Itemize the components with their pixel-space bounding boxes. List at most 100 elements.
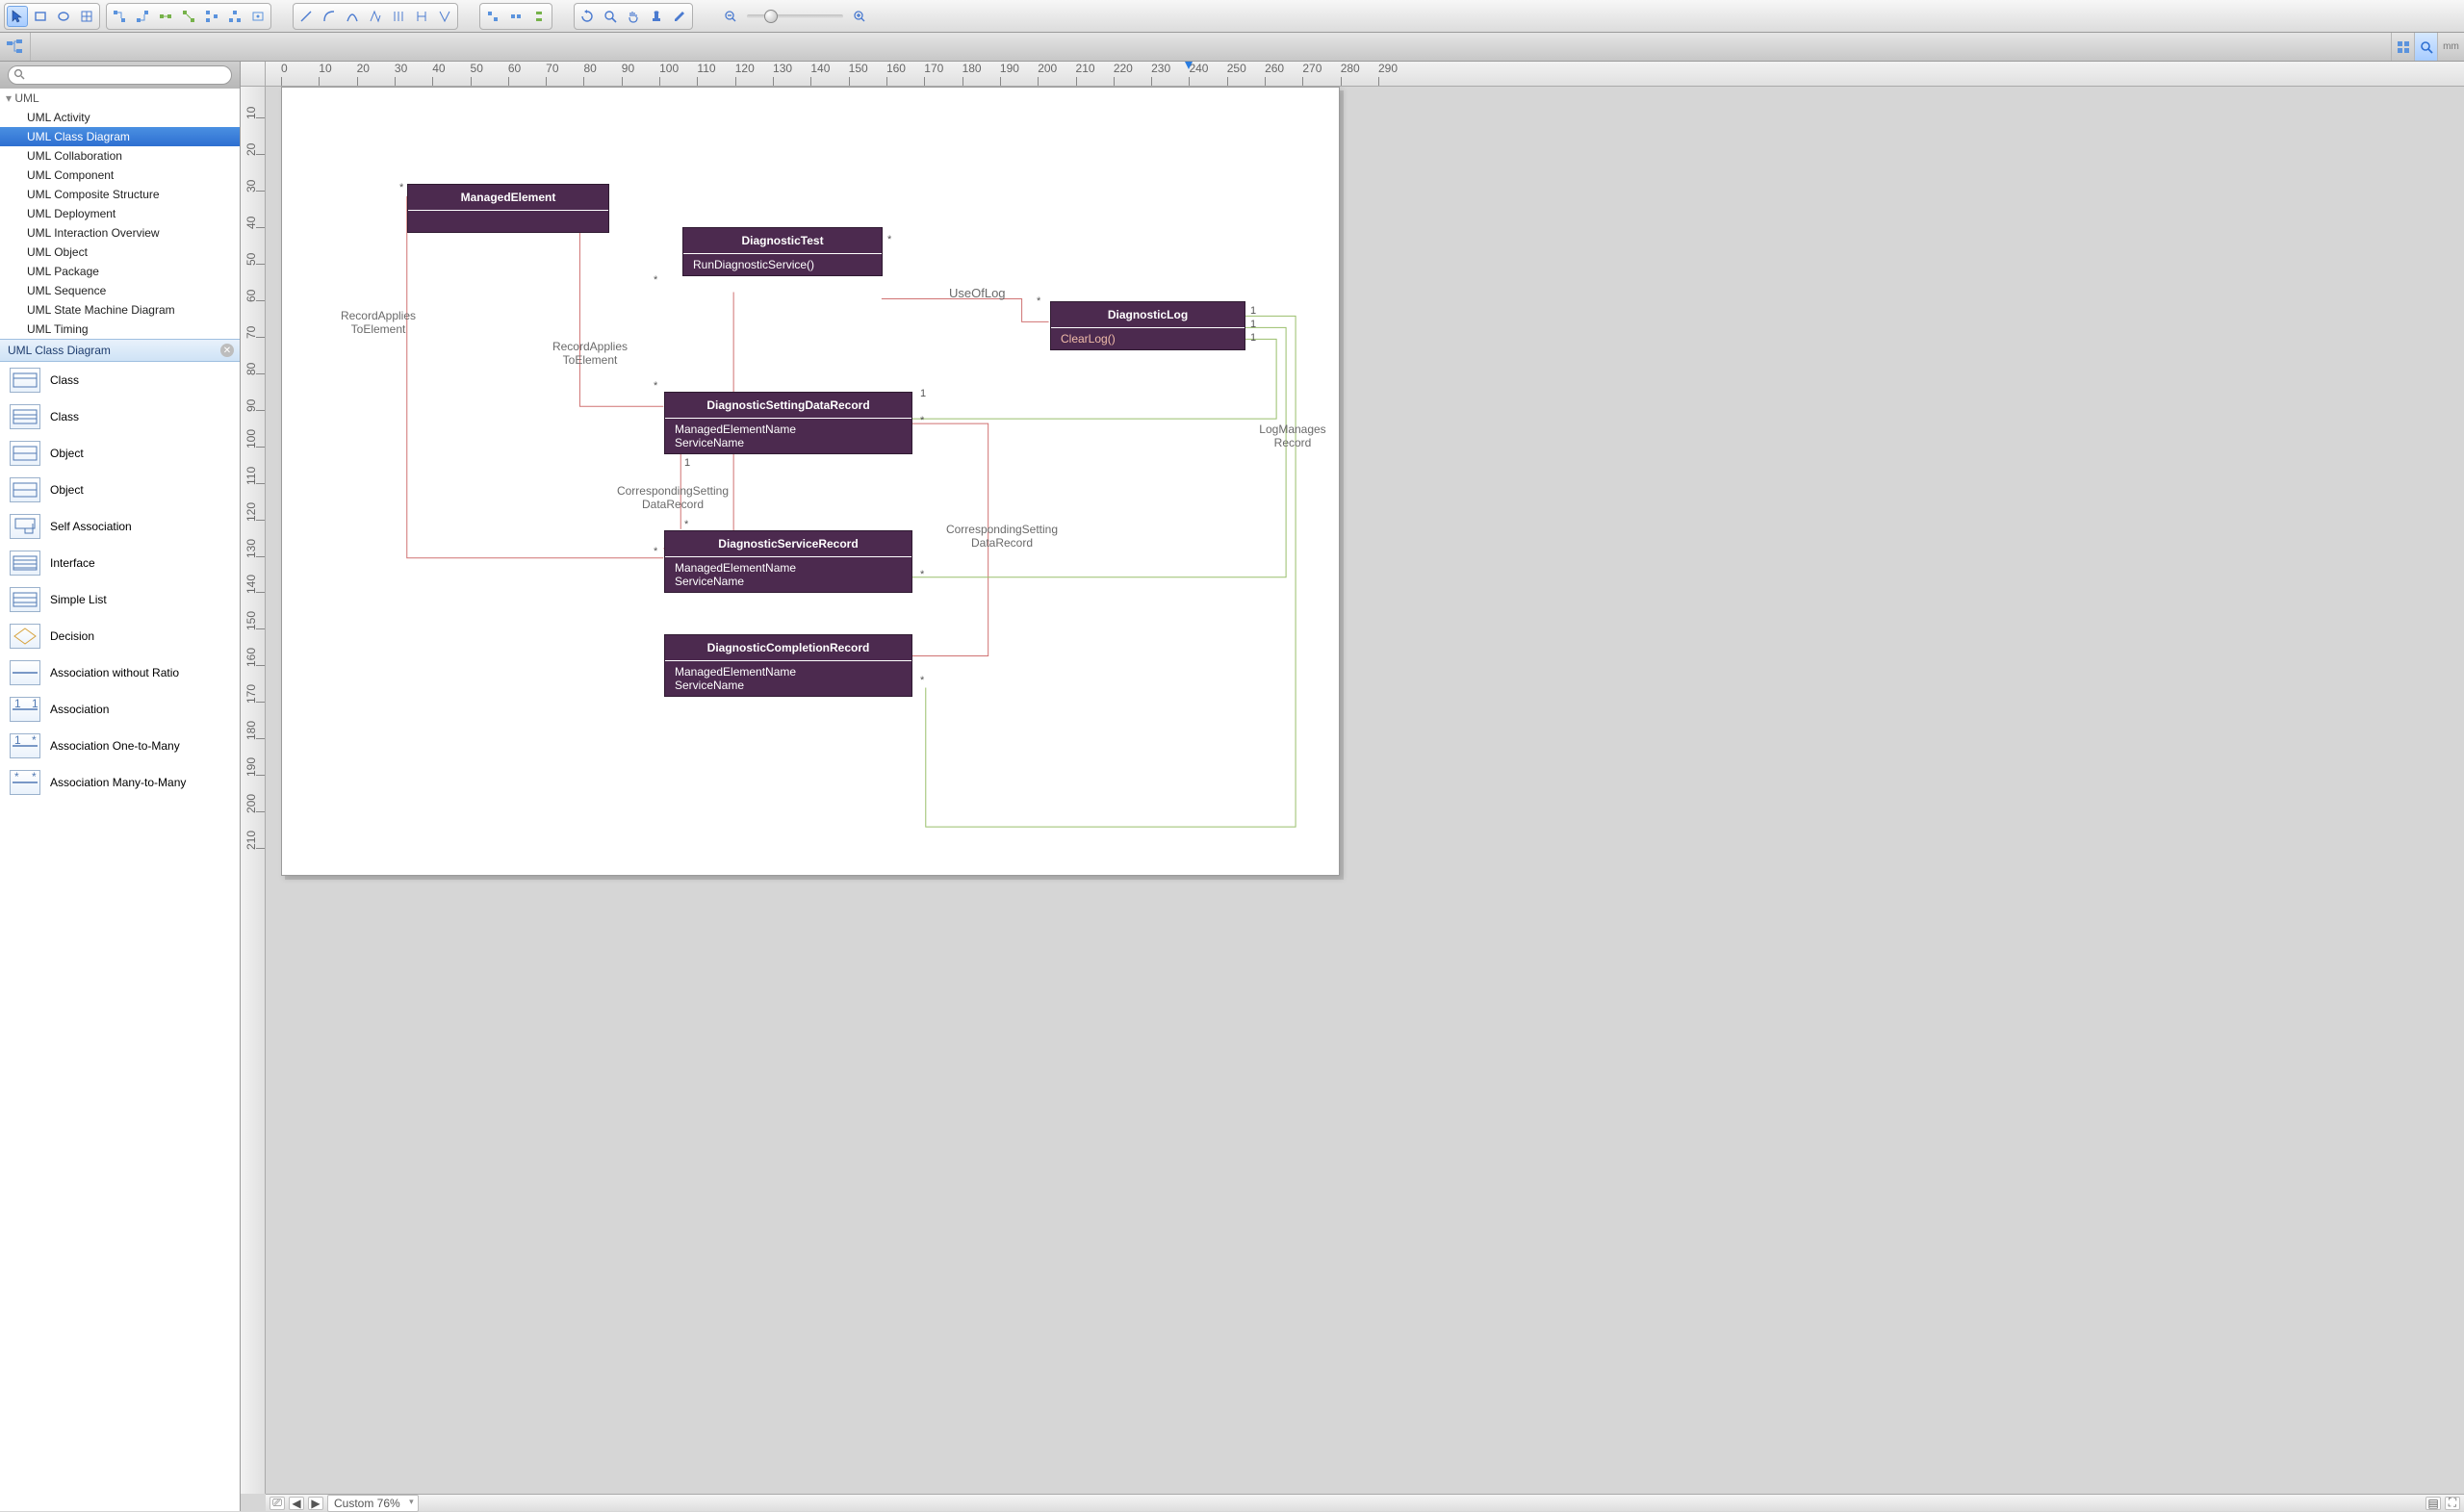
page-next-icon[interactable]: ▶ [308, 1497, 323, 1510]
class-completion-record[interactable]: DiagnosticCompletionRecord ManagedElemen… [664, 634, 912, 697]
shape-item[interactable]: Class [0, 362, 240, 398]
shape-panel-title: UML Class Diagram [8, 344, 111, 357]
shape-thumb-icon [10, 624, 40, 649]
svg-text:1: 1 [14, 734, 21, 747]
shape-item[interactable]: Interface [0, 545, 240, 581]
shape-label: Class [50, 373, 79, 387]
class-setting-record[interactable]: DiagnosticSettingDataRecord ManagedEleme… [664, 392, 912, 454]
tree-item[interactable]: UML Object [0, 243, 240, 262]
class-attr: ManagedElementName [675, 561, 902, 575]
shape-label: Decision [50, 629, 94, 643]
shape-thumb-icon [10, 514, 40, 539]
zoom-thumb[interactable] [764, 10, 778, 23]
tree-item[interactable]: UML Activity [0, 108, 240, 127]
zoom-track[interactable] [747, 14, 843, 18]
line-4[interactable] [365, 6, 386, 27]
class-diagnostic-test[interactable]: DiagnosticTest RunDiagnosticService() [682, 227, 883, 276]
tree-item[interactable]: UML Timing [0, 320, 240, 339]
conn-3[interactable] [155, 6, 176, 27]
multiplicity: 1 [1250, 305, 1256, 317]
page-prev-icon[interactable]: ◀ [289, 1497, 304, 1510]
line-5[interactable] [388, 6, 409, 27]
ruler-horizontal[interactable]: 0102030405060708090100110120130140150160… [266, 62, 2464, 87]
class-diagnostic-log[interactable]: DiagnosticLog ClearLog() [1050, 301, 1245, 350]
assoc-label: UseOfLog [949, 286, 1006, 300]
hand-tool-icon[interactable] [623, 6, 644, 27]
multiplicity: * [654, 274, 657, 286]
align-1[interactable] [482, 6, 503, 27]
conn-2[interactable] [132, 6, 153, 27]
class-managed-element[interactable]: ManagedElement [407, 184, 609, 233]
multiplicity: 1 [684, 457, 690, 469]
library-search-icon[interactable] [2414, 33, 2437, 61]
line-3[interactable] [342, 6, 363, 27]
align-2[interactable] [505, 6, 526, 27]
refresh-icon[interactable] [577, 6, 598, 27]
tree-root[interactable]: UML [0, 89, 240, 108]
shape-item[interactable]: Object [0, 472, 240, 508]
rect-tool[interactable] [30, 6, 51, 27]
conn-5[interactable] [201, 6, 222, 27]
shape-item[interactable]: Object [0, 435, 240, 472]
shape-thumb-icon [10, 441, 40, 466]
zoom-in-icon[interactable] [849, 6, 870, 27]
conn-7[interactable] [247, 6, 269, 27]
shape-label: Association [50, 703, 109, 716]
shape-item[interactable]: Self Association [0, 508, 240, 545]
canvas-viewport[interactable]: ManagedElement DiagnosticTest RunDiagnos… [266, 87, 2464, 1494]
shape-item[interactable]: Association without Ratio [0, 654, 240, 691]
zoom-slider[interactable] [714, 6, 876, 27]
shape-item[interactable]: 11 Association [0, 691, 240, 728]
class-title: DiagnosticLog [1051, 302, 1245, 328]
tree-item[interactable]: UML Interaction Overview [0, 223, 240, 243]
conn-6[interactable] [224, 6, 245, 27]
line-2[interactable] [319, 6, 340, 27]
conn-1[interactable] [109, 6, 130, 27]
pencil-icon[interactable] [669, 6, 690, 27]
shape-thumb-icon [10, 404, 40, 429]
svg-text:*: * [32, 734, 37, 747]
tool-group-select [4, 3, 100, 30]
shape-item[interactable]: 1*Association One-to-Many [0, 728, 240, 764]
multiplicity: * [1037, 295, 1040, 307]
fit-icon[interactable]: ⛶ [2445, 1497, 2460, 1510]
tree-item[interactable]: UML State Machine Diagram [0, 300, 240, 320]
shape-thumb-icon: 11 [10, 697, 40, 722]
tree-item[interactable]: UML Collaboration [0, 146, 240, 166]
zoom-tool-icon[interactable] [600, 6, 621, 27]
close-icon[interactable]: ✕ [220, 344, 234, 357]
tree-item[interactable]: UML Package [0, 262, 240, 281]
line-7[interactable] [434, 6, 455, 27]
sidebar-search-input[interactable] [8, 65, 232, 85]
page[interactable]: ManagedElement DiagnosticTest RunDiagnos… [281, 87, 1340, 876]
zoom-select[interactable]: Custom 76% [327, 1495, 419, 1512]
line-1[interactable] [295, 6, 317, 27]
class-op: RunDiagnosticService() [683, 254, 882, 275]
shape-item[interactable]: Simple List [0, 581, 240, 618]
pointer-tool[interactable] [7, 6, 28, 27]
ruler-vertical[interactable]: 1020304050607080901001101201301401501601… [241, 87, 266, 1494]
tree-item[interactable]: UML Class Diagram [0, 127, 240, 146]
zoom-out-icon[interactable] [720, 6, 741, 27]
ellipse-tool[interactable] [53, 6, 74, 27]
layers-icon[interactable]: ▤ [2426, 1497, 2441, 1510]
align-3[interactable] [528, 6, 550, 27]
tree-item[interactable]: UML Composite Structure [0, 185, 240, 204]
table-tool[interactable] [76, 6, 97, 27]
library-grid-icon[interactable] [2391, 33, 2414, 61]
pages-pane-icon[interactable]: ⎚ [270, 1497, 285, 1510]
multiplicity: 1 [920, 388, 926, 399]
shape-item[interactable]: Class [0, 398, 240, 435]
shape-item[interactable]: **Association Many-to-Many [0, 764, 240, 801]
tree-item[interactable]: UML Deployment [0, 204, 240, 223]
library-tree-icon[interactable] [0, 33, 31, 61]
class-op: ClearLog() [1051, 328, 1245, 349]
shape-item[interactable]: Decision [0, 618, 240, 654]
stamp-icon[interactable] [646, 6, 667, 27]
class-service-record[interactable]: DiagnosticServiceRecord ManagedElementNa… [664, 530, 912, 593]
tree-item[interactable]: UML Component [0, 166, 240, 185]
line-6[interactable] [411, 6, 432, 27]
tree-item[interactable]: UML Sequence [0, 281, 240, 300]
assoc-label: CorrespondingSettingDataRecord [925, 523, 1079, 550]
conn-4[interactable] [178, 6, 199, 27]
